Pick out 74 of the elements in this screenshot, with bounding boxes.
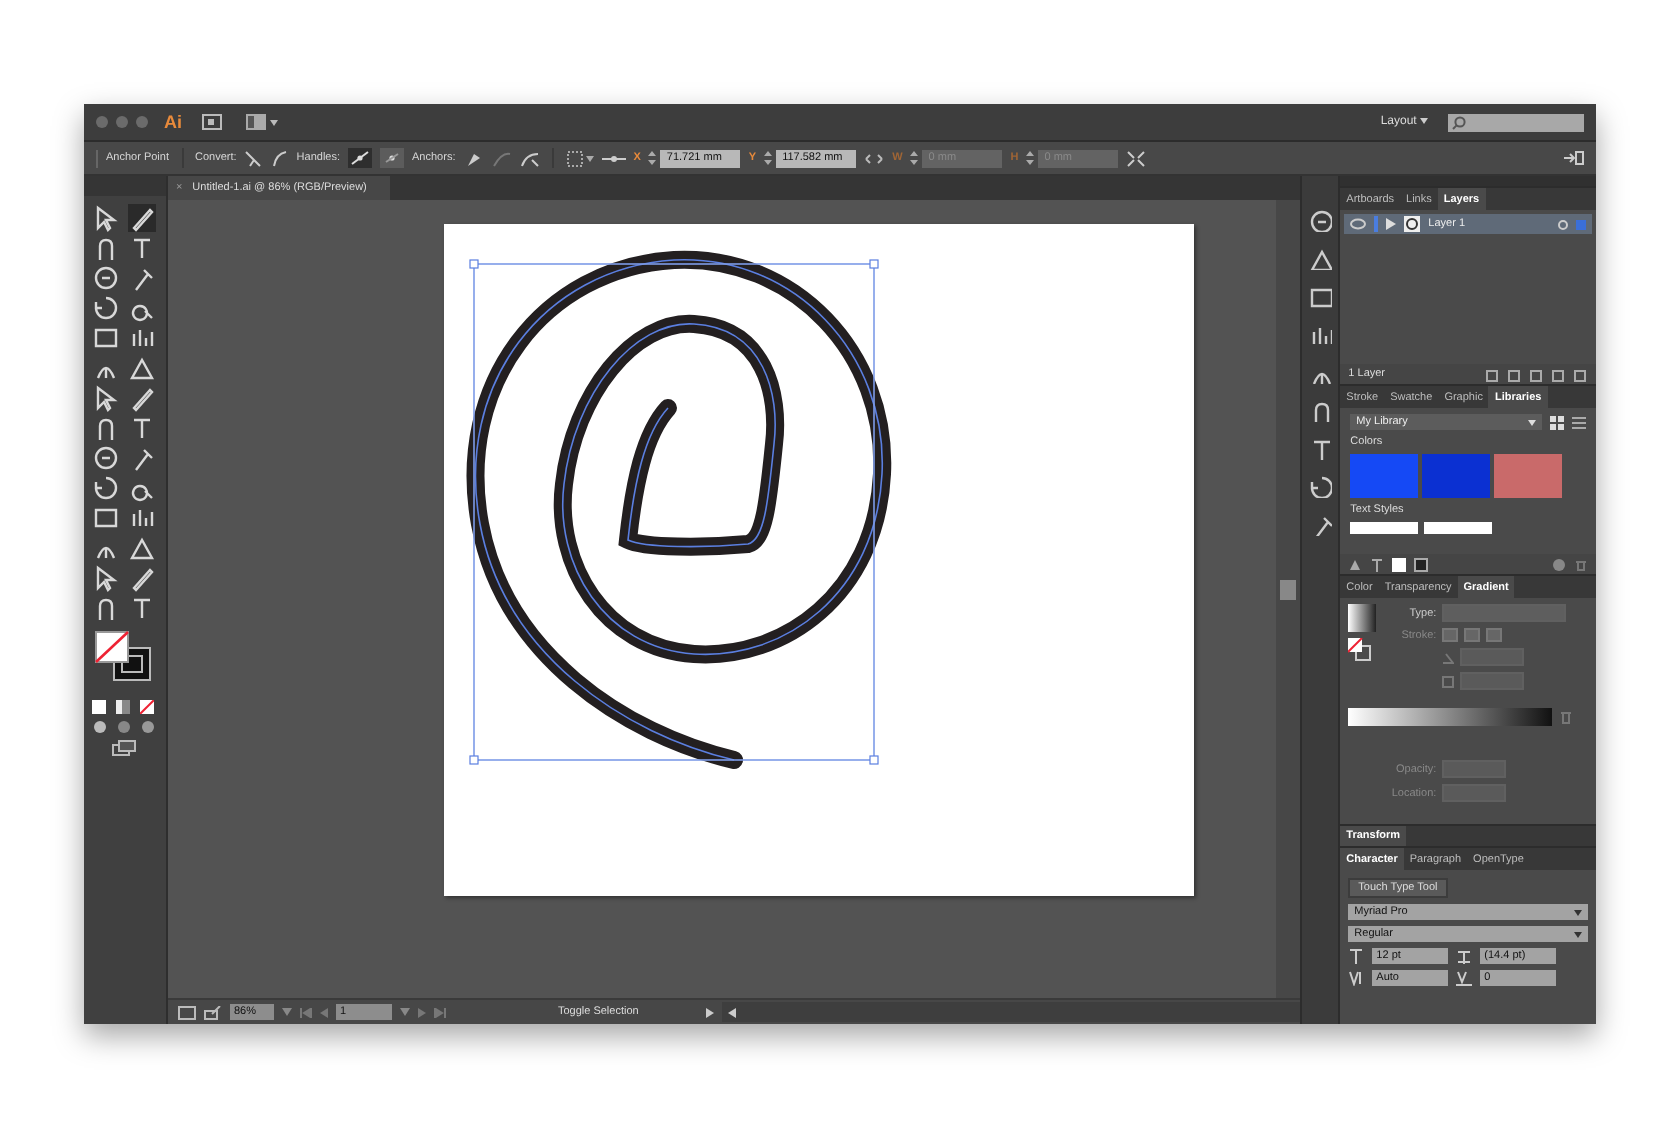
caret-icon (1574, 931, 1582, 937)
show-handles-icon[interactable] (348, 148, 373, 168)
artboard-navigator-icon[interactable] (177, 1005, 196, 1019)
kerning-icon (1348, 970, 1365, 986)
search-icon (1452, 115, 1466, 129)
corner-point-icon[interactable] (244, 149, 263, 167)
app-logo: Ai (164, 112, 182, 132)
panel-menu-icon[interactable] (1564, 150, 1584, 166)
add-stroke-icon[interactable] (1414, 557, 1429, 571)
caret-icon[interactable] (399, 1008, 410, 1016)
color-icon[interactable] (92, 700, 107, 714)
layer-thumbnail-icon (1404, 216, 1421, 232)
hide-handles-icon[interactable] (380, 148, 405, 168)
tool-icon[interactable] (128, 384, 157, 412)
color-swatch[interactable] (1422, 454, 1491, 498)
tool-icon[interactable] (92, 294, 121, 322)
tool-icon[interactable] (128, 504, 157, 532)
gradient-swatch[interactable] (1348, 604, 1377, 632)
add-text-icon[interactable] (1370, 557, 1385, 571)
align-icon[interactable] (565, 149, 594, 167)
eye-icon[interactable] (1350, 218, 1367, 230)
panel-icon[interactable] (1308, 208, 1333, 232)
fill-stroke-swatch[interactable] (1348, 638, 1373, 662)
panel-icon[interactable] (1308, 322, 1333, 346)
tool-icon[interactable] (92, 504, 121, 532)
caret-icon (1528, 419, 1536, 425)
panel-icon[interactable] (1308, 436, 1333, 460)
tool-icon[interactable] (92, 204, 121, 232)
caret-icon (1420, 118, 1428, 124)
tool-icon[interactable] (92, 564, 121, 592)
panel-icon[interactable] (1308, 284, 1333, 308)
color-swatch[interactable] (1494, 454, 1563, 498)
scrollbar-thumb[interactable] (1280, 580, 1297, 600)
tool-icon[interactable] (92, 384, 121, 412)
export-icon[interactable] (203, 1005, 222, 1019)
transform-icon[interactable] (1126, 149, 1147, 167)
fill-stroke-swatch[interactable] (94, 630, 155, 682)
screen-mode-icon[interactable] (112, 740, 137, 756)
grid-view-icon[interactable] (1550, 415, 1564, 429)
angle-icon (1442, 651, 1455, 663)
tool-icon[interactable] (128, 564, 157, 592)
link-icon[interactable] (864, 149, 885, 167)
target-icon[interactable] (1558, 219, 1568, 229)
list-view-icon[interactable] (1572, 415, 1586, 429)
gradient-icon[interactable] (116, 700, 131, 714)
search-field[interactable] (1448, 113, 1584, 131)
tool-icon[interactable] (128, 534, 157, 562)
tool-icon[interactable] (92, 444, 121, 472)
tool-icon[interactable] (128, 204, 157, 232)
color-swatch[interactable] (1350, 454, 1419, 498)
bridge-icon[interactable] (202, 114, 222, 130)
font-size-icon (1348, 948, 1365, 964)
tool-icon[interactable] (128, 354, 157, 382)
none-icon[interactable] (140, 700, 155, 714)
cut-path-icon[interactable] (519, 149, 540, 167)
tool-icon[interactable] (92, 474, 121, 502)
caret-icon[interactable] (281, 1008, 292, 1016)
arrange-documents-icon[interactable] (246, 114, 278, 130)
tracking-icon (1456, 970, 1473, 986)
scroll-left-icon[interactable] (728, 1007, 737, 1017)
tool-icon[interactable] (92, 264, 121, 292)
tool-icon[interactable] (92, 324, 121, 352)
panel-icon[interactable] (1308, 246, 1333, 270)
leading-icon (1456, 948, 1473, 964)
aspect-ratio-icon (1442, 675, 1455, 687)
smooth-point-icon[interactable] (270, 149, 289, 167)
add-fill-icon[interactable] (1392, 557, 1407, 571)
panel-icon[interactable] (1308, 474, 1333, 498)
tool-icon[interactable] (128, 324, 157, 352)
draw-inside-icon[interactable] (140, 720, 157, 734)
caret-icon (1574, 909, 1582, 915)
draw-normal-icon[interactable] (92, 720, 109, 734)
status-menu-icon[interactable] (706, 1007, 715, 1017)
expand-icon[interactable] (1386, 218, 1397, 230)
